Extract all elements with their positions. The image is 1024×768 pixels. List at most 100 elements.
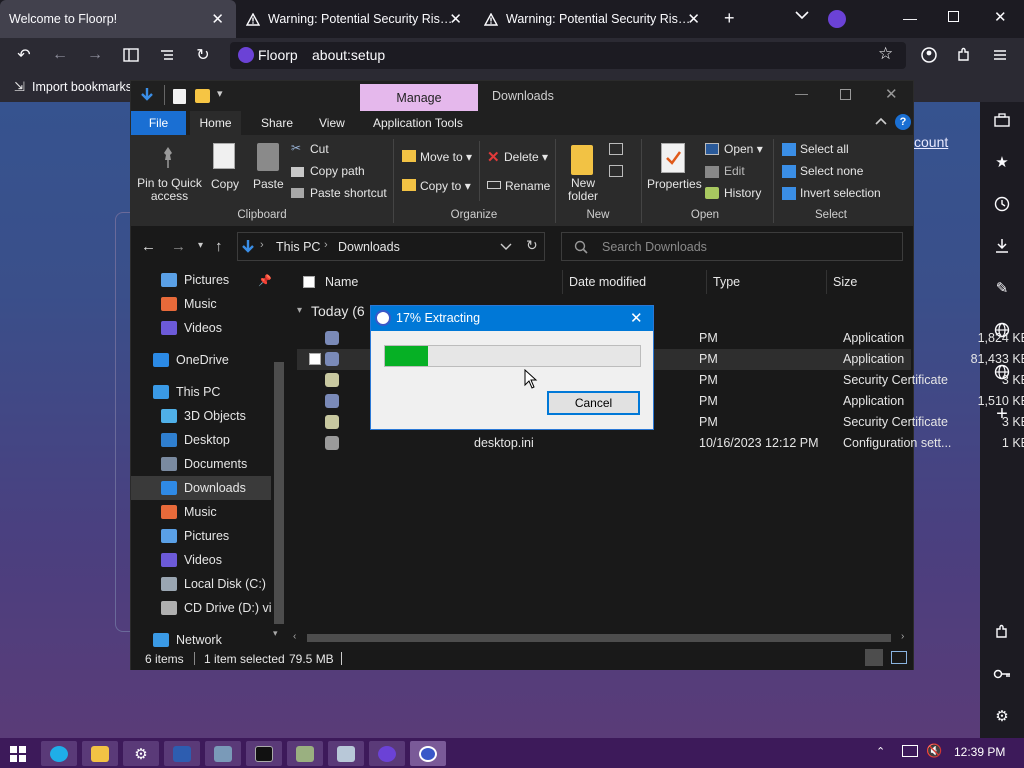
undo-close-icon[interactable]: ↶ xyxy=(9,38,39,72)
restore-icon[interactable] xyxy=(948,11,959,22)
cell-size: 3 KB xyxy=(1001,373,1024,387)
cell-name: desktop.ini xyxy=(474,436,534,450)
url-brand: Floorp xyxy=(258,47,298,63)
file-icon xyxy=(325,331,339,345)
cell-date: PM xyxy=(699,394,718,408)
cell-size: 3 KB xyxy=(1001,415,1024,429)
powershell-icon[interactable] xyxy=(164,741,200,766)
app-icon-8[interactable] xyxy=(328,741,364,766)
cell-size: 1 KB xyxy=(1001,436,1024,450)
chevron-down-icon[interactable] xyxy=(795,10,809,20)
close-icon[interactable]: ✕ xyxy=(687,10,700,28)
file-icon xyxy=(325,415,339,429)
command-prompt-icon[interactable] xyxy=(246,741,282,766)
addons-icon[interactable] xyxy=(980,620,1024,644)
settings-gear-icon[interactable]: ⚙ xyxy=(980,704,1024,728)
window-close-icon[interactable]: ✕ xyxy=(994,8,1007,26)
extensions-icon[interactable] xyxy=(949,38,979,72)
cell-date: PM xyxy=(699,352,718,366)
file-icon xyxy=(325,394,339,408)
cell-size: 81,433 KB xyxy=(970,352,1024,366)
import-bookmarks-button[interactable]: Import bookmarks... xyxy=(32,80,142,94)
scroll-right-icon[interactable]: › xyxy=(901,631,904,642)
file-icon xyxy=(325,436,339,450)
menu-icon[interactable] xyxy=(985,38,1015,72)
progress-bar xyxy=(384,345,641,367)
cell-size: 1,824 KB xyxy=(977,331,1024,345)
warning-icon xyxy=(246,12,260,26)
clock[interactable]: 12:39 PM xyxy=(954,745,1005,759)
app-icon xyxy=(375,310,391,326)
tab-bar: Welcome to Floorp! ✕ Warning: Potential … xyxy=(0,0,1024,38)
dialog-close-icon[interactable]: ✕ xyxy=(630,309,643,327)
account-link[interactable]: count xyxy=(914,134,948,150)
url-bar[interactable]: Floorp about:setup ☆ xyxy=(230,42,906,69)
details-view-icon[interactable] xyxy=(865,649,883,666)
floorp-taskbar-icon[interactable] xyxy=(369,741,405,766)
status-item-count: 6 items xyxy=(145,652,184,666)
cell-date: PM xyxy=(699,373,718,387)
bookmark-star-icon[interactable]: ☆ xyxy=(878,44,893,64)
status-bar: 6 items 1 item selected 79.5 MB xyxy=(131,647,913,670)
import-icon: ⇲ xyxy=(14,79,25,94)
tree-tabs-icon[interactable] xyxy=(152,38,182,72)
account-icon[interactable] xyxy=(914,38,944,72)
h-scrollbar-thumb[interactable] xyxy=(307,634,891,642)
tray-chevron-icon[interactable]: ⌃ xyxy=(876,745,885,758)
cell-date: PM xyxy=(699,331,718,345)
separator xyxy=(194,652,195,665)
history-icon[interactable] xyxy=(980,192,1024,216)
row-checkbox[interactable] xyxy=(309,353,321,365)
url-text[interactable]: about:setup xyxy=(312,47,385,63)
status-selected: 1 item selected xyxy=(204,652,285,666)
tab-label: Welcome to Floorp! xyxy=(9,12,118,26)
file-icon xyxy=(325,352,339,366)
warning-icon xyxy=(484,12,498,26)
sidebar-toggle-icon[interactable] xyxy=(116,38,146,72)
file-icon xyxy=(325,373,339,387)
app-icon-7[interactable] xyxy=(287,741,323,766)
settings-icon[interactable]: ⚙ xyxy=(123,741,159,766)
floorp-icon xyxy=(828,10,846,28)
new-tab-icon[interactable]: + xyxy=(724,8,735,29)
file-explorer-icon[interactable] xyxy=(82,741,118,766)
tab-warning-2[interactable]: Warning: Potential Security Risk Ahead ✕ xyxy=(476,0,712,38)
reload-icon[interactable]: ↻ xyxy=(188,38,218,72)
floorp-icon xyxy=(238,47,254,63)
back-icon[interactable]: ← xyxy=(45,38,75,72)
minimize-icon[interactable]: — xyxy=(903,10,917,26)
cell-size: 1,510 KB xyxy=(977,394,1024,408)
dialog-titlebar: 17% Extracting ✕ xyxy=(371,306,653,331)
edge-icon[interactable] xyxy=(41,741,77,766)
extract-dialog: 17% Extracting ✕ Cancel xyxy=(370,305,654,430)
close-icon[interactable]: ✕ xyxy=(211,10,224,28)
app-icon-5[interactable] xyxy=(205,741,241,766)
large-icons-view-icon[interactable] xyxy=(891,651,907,664)
status-size: 79.5 MB xyxy=(289,652,334,666)
forward-icon[interactable]: → xyxy=(80,38,110,72)
volume-muted-icon[interactable]: 🔇 xyxy=(926,743,942,759)
network-icon[interactable] xyxy=(902,745,918,757)
dialog-title: 17% Extracting xyxy=(396,311,481,325)
progress-fill xyxy=(385,346,429,366)
tab-welcome[interactable]: Welcome to Floorp! ✕ xyxy=(0,0,236,38)
h-scrollbar[interactable]: ‹ › xyxy=(291,631,911,645)
downloads-icon[interactable] xyxy=(980,234,1024,258)
close-icon[interactable]: ✕ xyxy=(449,10,462,28)
scroll-left-icon[interactable]: ‹ xyxy=(293,631,296,642)
cell-date: PM xyxy=(699,415,718,429)
bookmarks-star-icon[interactable]: ★ xyxy=(980,150,1024,174)
notes-pen-icon[interactable]: ✎ xyxy=(980,276,1024,300)
passwords-key-icon[interactable] xyxy=(980,662,1024,686)
file-row[interactable]: desktop.ini 10/16/2023 12:12 PM Configurat… xyxy=(297,433,1024,454)
tab-label: Warning: Potential Security Risk Ahead xyxy=(268,12,456,26)
tab-label: Warning: Potential Security Risk Ahead xyxy=(506,12,694,26)
installer-taskbar-icon[interactable] xyxy=(410,741,446,766)
cell-date: 10/16/2023 12:12 PM xyxy=(699,436,819,450)
start-windows-icon[interactable] xyxy=(0,741,36,766)
tab-warning-1[interactable]: Warning: Potential Security Risk Ahead ✕ xyxy=(238,0,474,38)
mouse-cursor xyxy=(524,369,538,389)
cancel-button[interactable]: Cancel xyxy=(547,391,640,415)
toolbox-icon[interactable] xyxy=(980,108,1024,132)
separator xyxy=(341,652,342,665)
